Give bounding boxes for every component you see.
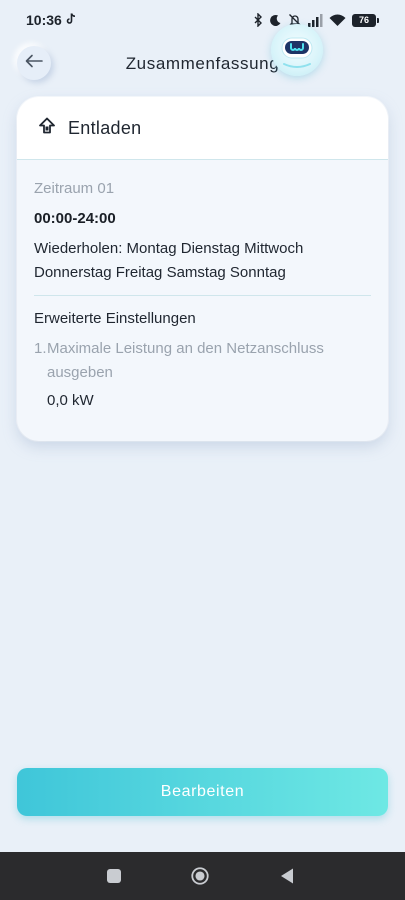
home-icon[interactable] xyxy=(190,866,210,886)
status-left: 10:36 xyxy=(26,12,76,28)
option-text: Maximale Leistung an den Netzanschluss a… xyxy=(47,340,324,381)
discharge-icon xyxy=(38,117,56,140)
header: Zusammenfassung xyxy=(0,40,405,90)
bluetooth-icon xyxy=(253,13,263,27)
tiktok-icon xyxy=(66,12,76,28)
divider xyxy=(34,295,371,296)
option-number: 1. xyxy=(34,340,47,357)
page-title: Zusammenfassung xyxy=(125,54,280,73)
summary-card: Entladen Zeitraum 01 00:00-24:00 Wiederh… xyxy=(17,97,388,441)
card-title: Entladen xyxy=(68,117,142,138)
battery-icon: 76 xyxy=(352,13,379,27)
option-item: 1. Maximale Leistung an den Netzanschlus… xyxy=(34,337,371,385)
option-value: 0,0 kW xyxy=(47,392,94,409)
assistant-robot-icon[interactable] xyxy=(271,24,323,76)
wifi-icon xyxy=(329,14,346,27)
recents-icon[interactable] xyxy=(104,866,124,886)
advanced-settings-title: Erweiterte Einstellungen xyxy=(34,310,196,327)
edit-button[interactable]: Bearbeiten xyxy=(17,768,388,816)
status-time: 10:36 xyxy=(26,12,62,28)
card-header: Entladen xyxy=(17,97,388,160)
battery-level: 76 xyxy=(352,13,376,27)
nav-bar xyxy=(0,852,405,900)
card-body: Zeitraum 01 00:00-24:00 Wiederholen: Mon… xyxy=(17,160,388,409)
time-range: 00:00-24:00 xyxy=(34,210,116,227)
status-bar: 10:36 76 xyxy=(0,0,405,40)
back-icon[interactable] xyxy=(277,866,297,886)
repeat-text: Wiederholen: Montag Dienstag Mittwoch Do… xyxy=(34,240,304,281)
period-label: Zeitraum 01 xyxy=(34,180,115,197)
